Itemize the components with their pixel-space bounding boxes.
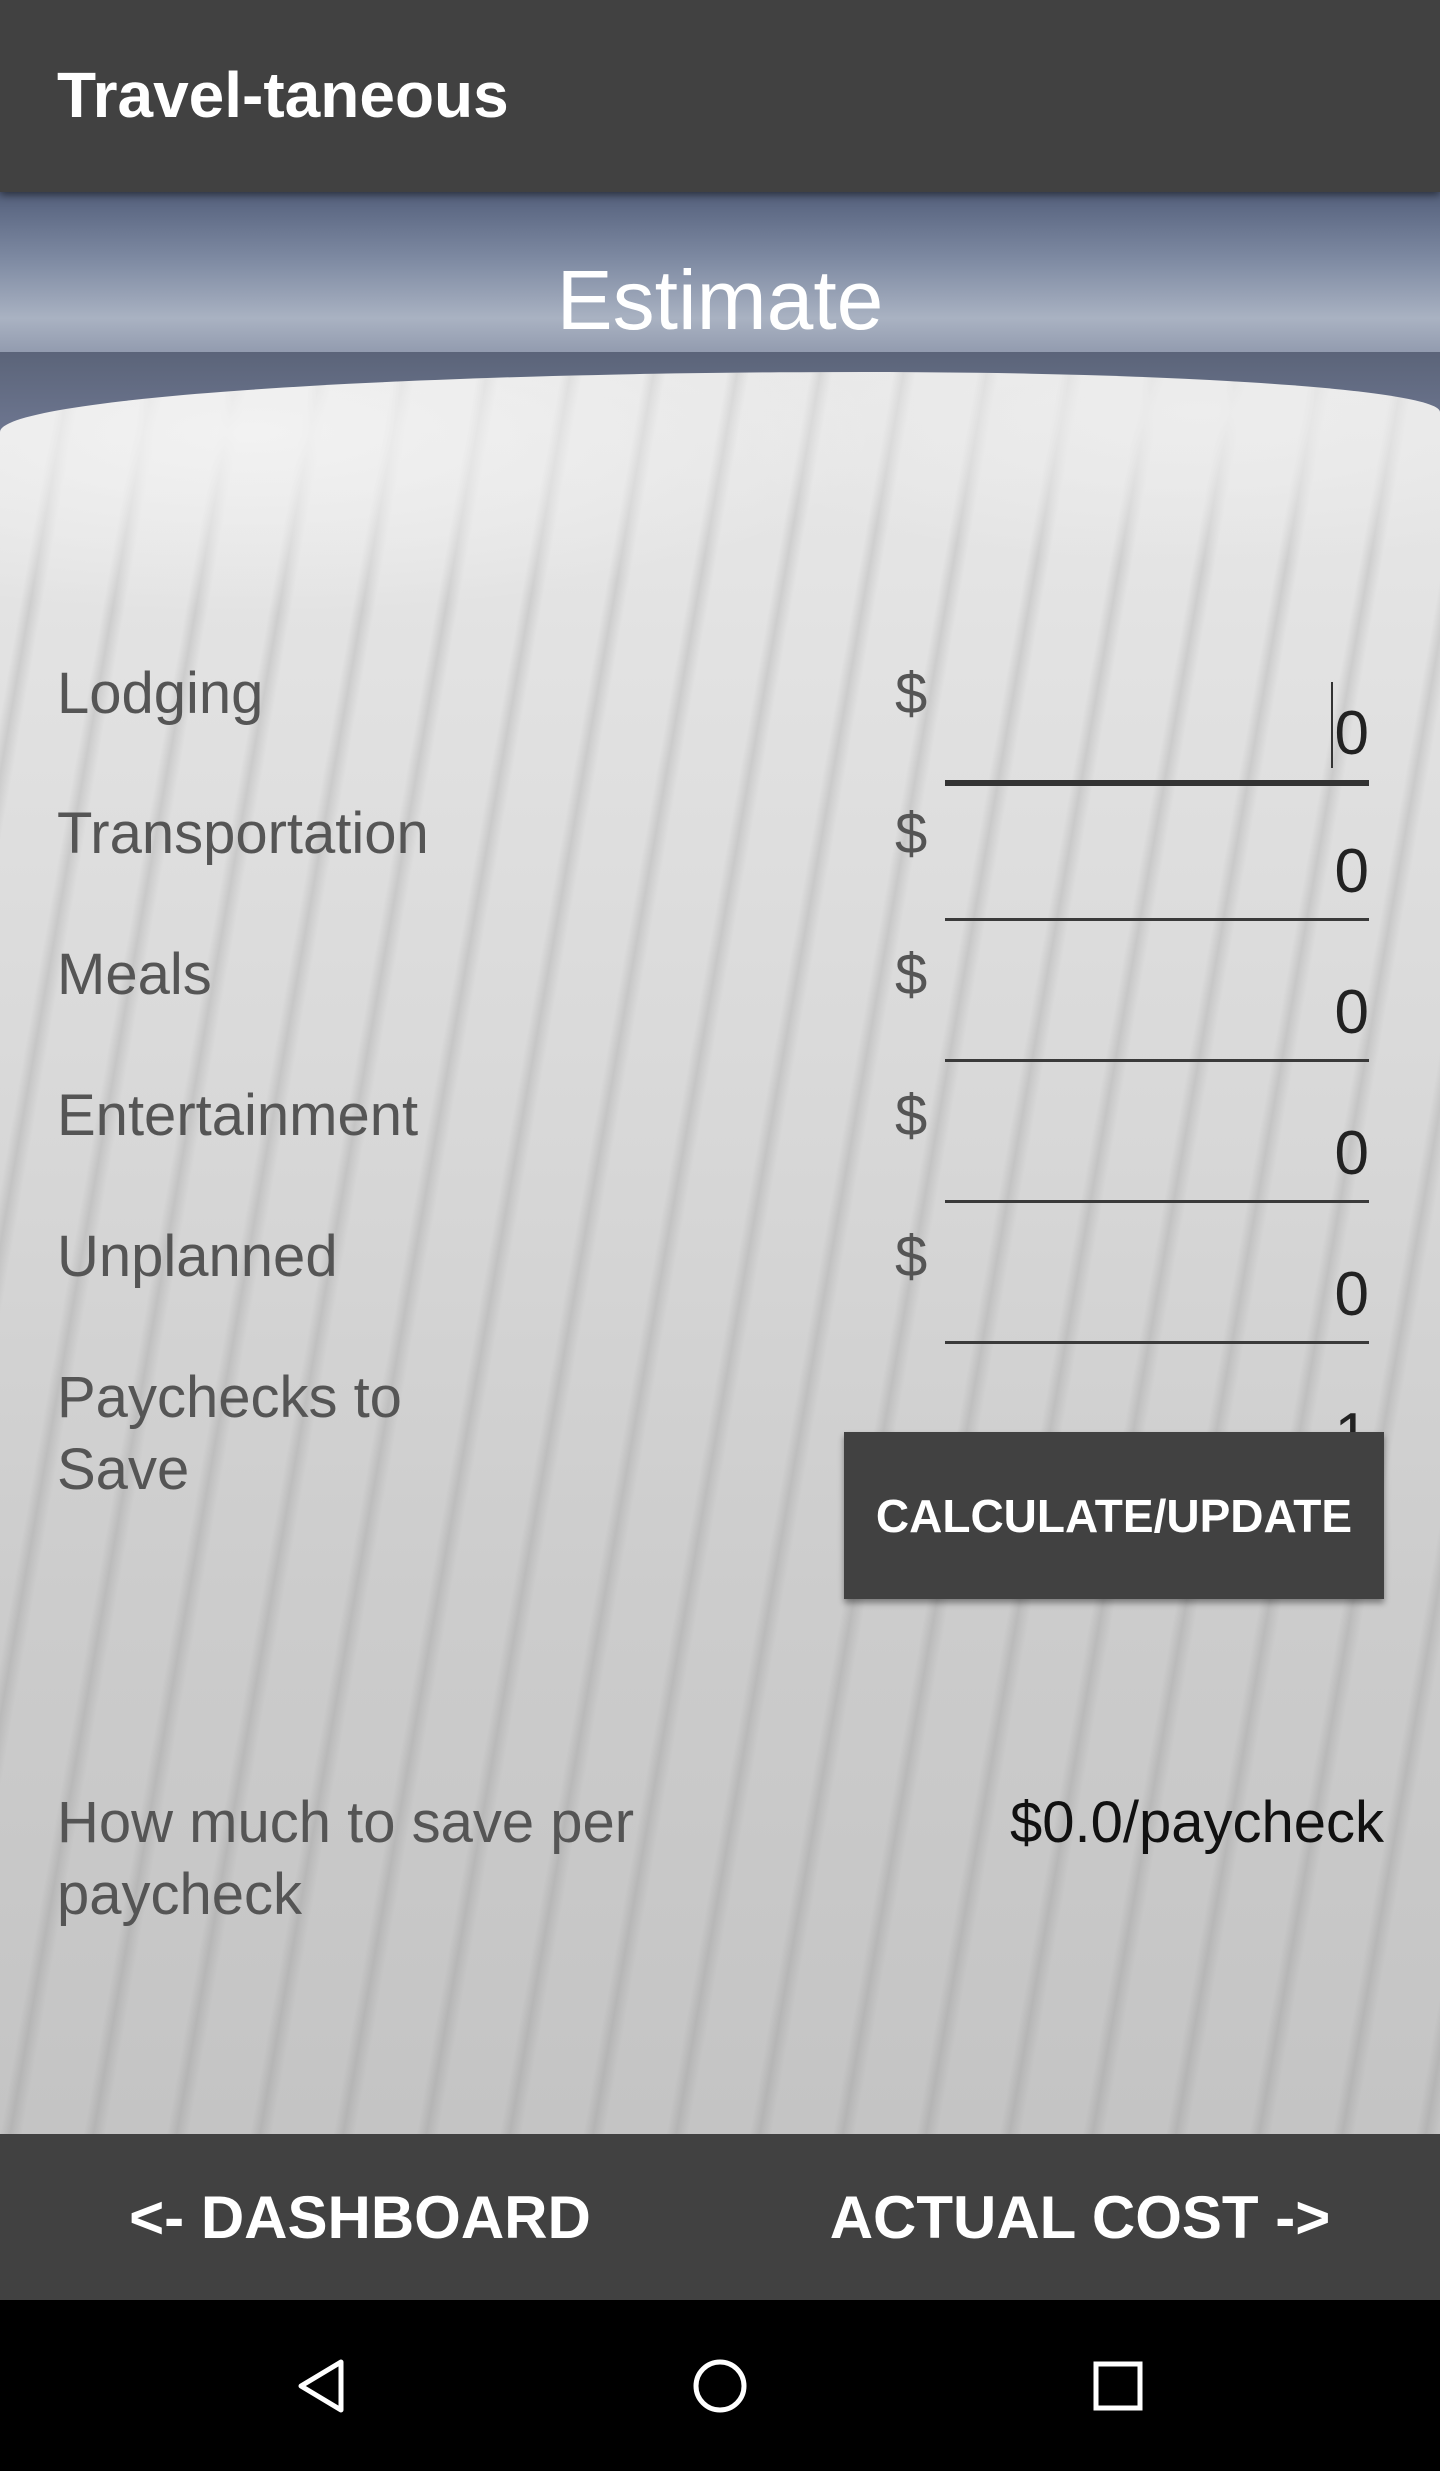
lodging-currency: $ [895, 661, 928, 726]
transportation-value: 0 [1334, 837, 1369, 906]
unplanned-label: Unplanned [57, 1224, 338, 1289]
entertainment-label: Entertainment [57, 1083, 419, 1148]
estimate-screen: Estimate Lodging $ 0 Transportation $ 0 … [0, 192, 1440, 2134]
meals-currency: $ [895, 942, 928, 1007]
lodging-label: Lodging [57, 661, 264, 726]
unplanned-value: 0 [1334, 1260, 1369, 1329]
meals-value: 0 [1334, 978, 1369, 1047]
save-per-paycheck-value: $0.0/paycheck [1009, 1790, 1384, 1855]
unplanned-input[interactable]: 0 [945, 1233, 1369, 1344]
dashboard-button[interactable]: <- DASHBOARD [80, 2134, 640, 2300]
unplanned-currency: $ [895, 1224, 928, 1289]
save-per-paycheck-label: How much to save per paycheck [57, 1790, 635, 1927]
home-circle-icon[interactable] [690, 2356, 750, 2416]
transportation-currency: $ [895, 801, 928, 866]
system-nav-bar [0, 2300, 1440, 2471]
entertainment-value: 0 [1334, 1119, 1369, 1188]
screen-title: Estimate [556, 253, 884, 347]
app-title: Travel-taneous [57, 59, 509, 131]
bottom-nav-bar: <- DASHBOARD ACTUAL COST -> [0, 2134, 1440, 2300]
lodging-input[interactable]: 0 [945, 672, 1369, 786]
calculate-update-button[interactable]: CALCULATE/UPDATE [844, 1432, 1384, 1599]
app-bar: Travel-taneous [0, 0, 1440, 192]
paychecks-label: Paychecks to Save [57, 1365, 402, 1502]
actual-cost-button[interactable]: ACTUAL COST -> [800, 2134, 1360, 2300]
lodging-value: 0 [1334, 699, 1369, 768]
recents-square-icon[interactable] [1088, 2356, 1148, 2416]
transportation-input[interactable]: 0 [945, 810, 1369, 921]
meals-label: Meals [57, 942, 212, 1007]
transportation-label: Transportation [57, 801, 429, 866]
back-triangle-icon[interactable] [293, 2356, 353, 2416]
text-cursor [1331, 682, 1333, 768]
entertainment-currency: $ [895, 1083, 928, 1148]
meals-input[interactable]: 0 [945, 951, 1369, 1062]
entertainment-input[interactable]: 0 [945, 1092, 1369, 1203]
